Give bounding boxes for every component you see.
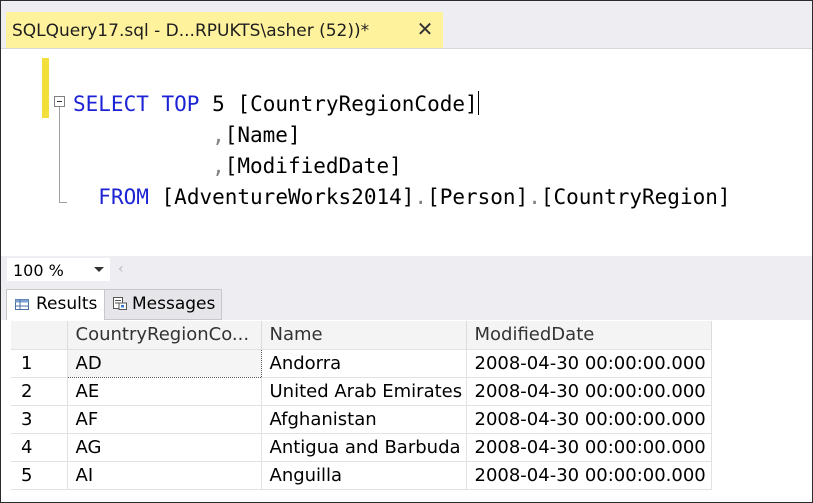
comma: , <box>212 154 225 178</box>
grid-header-row: CountryRegionCo... Name ModifiedDate <box>11 321 712 350</box>
zoom-dropdown[interactable]: 100 % <box>7 258 110 281</box>
chevron-down-icon[interactable] <box>94 267 104 272</box>
top-count: 5 <box>212 92 225 116</box>
tab-results[interactable]: Results <box>6 289 105 320</box>
row-number[interactable]: 2 <box>11 377 68 406</box>
table-cell[interactable]: AD <box>66 348 262 378</box>
column-header-country-region-code[interactable]: CountryRegionCo... <box>67 321 262 350</box>
column-name: [Name] <box>224 123 301 147</box>
comma: , <box>212 123 225 147</box>
ssms-window: SQLQuery17.sql - D...RPUKTS\asher (52))*… <box>0 0 813 503</box>
results-grid-area: CountryRegionCo... Name ModifiedDate 1 A… <box>1 320 812 502</box>
dot: . <box>414 185 428 209</box>
schema-name: [Person] <box>427 185 529 209</box>
sql-code[interactable]: SELECT TOP 5 [CountryRegionCode] ,[Name]… <box>73 89 731 213</box>
table-row: 3 AF Afghanistan 2008-04-30 00:00:00.000 <box>11 405 712 434</box>
scroll-left-icon[interactable]: ‹ <box>118 261 124 277</box>
grid-icon <box>15 299 29 310</box>
table-cell[interactable]: 2008-04-30 00:00:00.000 <box>466 405 712 434</box>
document-tab-strip: SQLQuery17.sql - D...RPUKTS\asher (52))*… <box>1 1 812 48</box>
code-line-2: ,[Name] <box>149 123 301 147</box>
table-cell[interactable]: 2008-04-30 00:00:00.000 <box>466 349 712 378</box>
results-grid: CountryRegionCo... Name ModifiedDate 1 A… <box>11 321 712 490</box>
table-cell[interactable]: 2008-04-30 00:00:00.000 <box>466 433 712 462</box>
outline-guide <box>59 107 60 203</box>
table-row: 5 AI Anguilla 2008-04-30 00:00:00.000 <box>11 461 712 490</box>
messages-icon <box>113 297 127 310</box>
database-name: [AdventureWorks2014] <box>161 185 415 209</box>
tab-messages-label: Messages <box>132 294 216 314</box>
table-cell[interactable]: AG <box>67 433 262 462</box>
table-name: [CountryRegion] <box>540 185 731 209</box>
tab-messages[interactable]: Messages <box>105 289 222 320</box>
keyword-select: SELECT <box>73 92 149 116</box>
editor-status-bar: 100 % ‹ <box>1 256 812 284</box>
editor-margin <box>1 49 38 257</box>
table-cell[interactable]: Anguilla <box>261 461 467 490</box>
query-tab[interactable]: SQLQuery17.sql - D...RPUKTS\asher (52))*… <box>6 12 443 48</box>
query-tab-title: SQLQuery17.sql - D...RPUKTS\asher (52))* <box>12 21 370 41</box>
row-number[interactable]: 1 <box>11 349 68 378</box>
keyword-top: TOP <box>161 92 200 116</box>
row-number[interactable]: 5 <box>11 461 68 490</box>
table-cell[interactable]: 2008-04-30 00:00:00.000 <box>466 377 712 406</box>
table-cell[interactable]: AI <box>67 461 262 490</box>
column-modified-date: [ModifiedDate] <box>224 154 402 178</box>
change-tracking-bar <box>42 58 49 118</box>
close-icon[interactable]: ✕ <box>414 18 436 40</box>
code-line-4: FROM [AdventureWorks2014].[Person].[Coun… <box>98 185 730 209</box>
code-line-1: SELECT TOP 5 [CountryRegionCode] <box>73 91 479 116</box>
result-tabs: Results Messages <box>1 284 812 320</box>
table-row: 4 AG Antigua and Barbuda 2008-04-30 00:0… <box>11 433 712 462</box>
table-row: 1 AD Andorra 2008-04-30 00:00:00.000 <box>11 348 712 378</box>
table-cell[interactable]: AE <box>67 377 262 406</box>
row-number[interactable]: 3 <box>11 405 68 434</box>
table-cell[interactable]: AF <box>67 405 262 434</box>
table-cell[interactable]: 2008-04-30 00:00:00.000 <box>466 461 712 490</box>
code-line-3: ,[ModifiedDate] <box>149 154 402 178</box>
row-number-header[interactable] <box>11 321 68 350</box>
text-caret <box>477 91 479 115</box>
zoom-value: 100 % <box>13 261 64 280</box>
column-header-modified-date[interactable]: ModifiedDate <box>466 321 712 350</box>
table-cell[interactable]: Andorra <box>261 349 467 378</box>
dot: . <box>528 185 541 209</box>
collapse-outline-icon[interactable] <box>54 96 65 107</box>
column-country-region-code: [CountryRegionCode] <box>237 92 478 116</box>
column-header-name[interactable]: Name <box>261 321 467 350</box>
table-cell[interactable]: Antigua and Barbuda <box>261 433 467 462</box>
keyword-from: FROM <box>98 185 149 209</box>
table-cell[interactable]: United Arab Emirates <box>261 377 467 406</box>
tab-results-label: Results <box>36 294 98 314</box>
table-row: 2 AE United Arab Emirates 2008-04-30 00:… <box>11 377 712 406</box>
query-editor[interactable]: SELECT TOP 5 [CountryRegionCode] ,[Name]… <box>1 48 812 257</box>
table-cell[interactable]: Afghanistan <box>261 405 467 434</box>
row-number[interactable]: 4 <box>11 433 68 462</box>
outline-guide-end <box>59 202 67 203</box>
